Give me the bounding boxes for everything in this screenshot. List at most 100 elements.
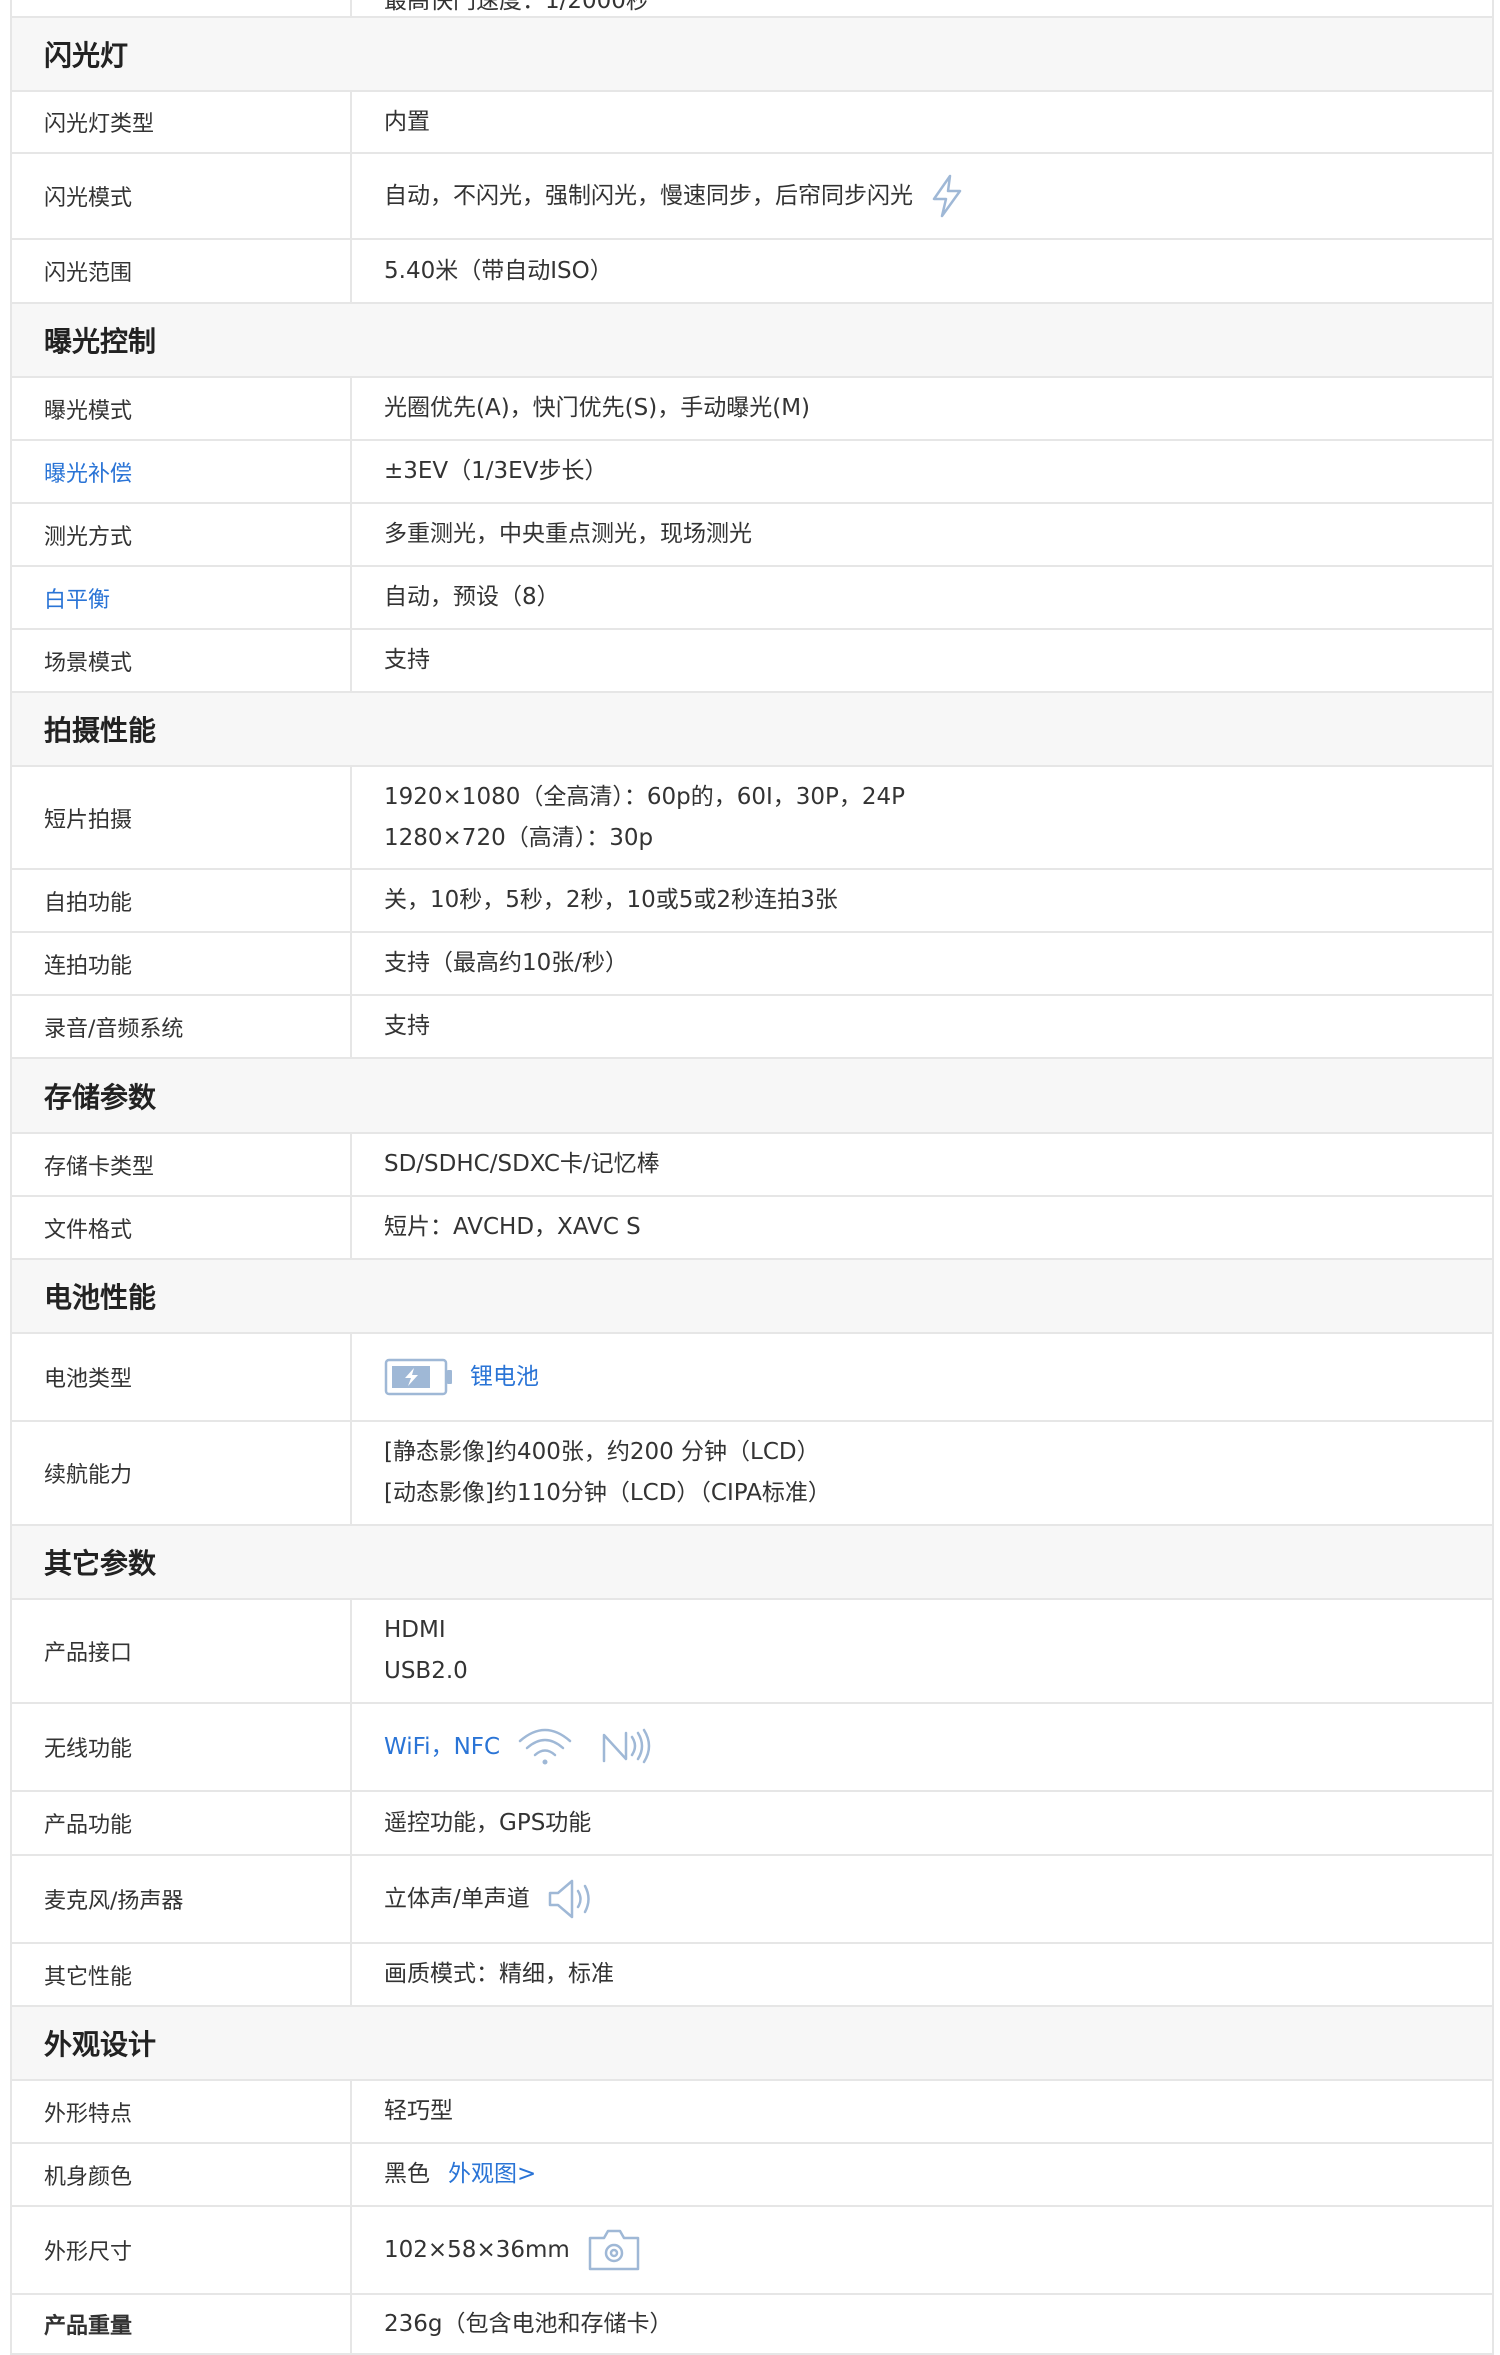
spec-value: 自动，不闪光，强制闪光，慢速同步，后帘同步闪光 — [384, 182, 913, 209]
section-header-shooting: 拍摄性能 — [12, 693, 1492, 767]
spec-value: 短片：AVCHD，XAVC S — [384, 1214, 641, 1240]
spec-value: 236g（包含电池和存储卡） — [384, 2310, 673, 2337]
section-header-flash: 闪光灯 — [12, 18, 1492, 92]
spec-row: 续航能力 [静态影像]约400张，约200 分钟（LCD） [动态影像]约110… — [12, 1422, 1492, 1526]
spec-row: 闪光模式 自动，不闪光，强制闪光，慢速同步，后帘同步闪光 — [12, 154, 1492, 240]
spec-value-cell: 黑色 外观图> — [352, 2154, 1492, 2195]
nfc-icon — [600, 1725, 654, 1769]
section-header-exposure: 曝光控制 — [12, 304, 1492, 378]
spec-key: 外形尺寸 — [12, 2207, 352, 2293]
spec-key: 文件格式 — [12, 1197, 352, 1258]
spec-value: 黑色 — [384, 2161, 430, 2187]
spec-value-line: [静态影像]约400张，约200 分钟（LCD） — [384, 1439, 820, 1465]
spec-value: 支持（最高约10张/秒） — [384, 950, 629, 976]
spec-key-link[interactable]: 白平衡 — [12, 567, 352, 628]
spec-key: 产品功能 — [12, 1792, 352, 1854]
spec-key: 无线功能 — [12, 1704, 352, 1790]
spec-key: 存储卡类型 — [12, 1134, 352, 1195]
spec-value-cell: HDMI USB2.0 — [352, 1610, 1492, 1692]
spec-row: 场景模式 支持 — [12, 630, 1492, 693]
spec-key: 闪光范围 — [12, 240, 352, 302]
section-header-other: 其它参数 — [12, 1526, 1492, 1600]
spec-value: 支持 — [384, 647, 430, 673]
spec-row: 自拍功能 关，10秒，5秒，2秒，10或5或2秒连拍3张 — [12, 870, 1492, 933]
spec-value: 最高快门速度：1/2000秒 — [384, 0, 649, 14]
section-header-battery: 电池性能 — [12, 1260, 1492, 1334]
spec-row: 短片拍摄 1920×1080（全高清）：60p的，60I，30P，24P 128… — [12, 767, 1492, 870]
spec-row: 曝光模式 光圈优先(A)，快门优先(S)，手动曝光(M) — [12, 378, 1492, 441]
spec-key: 机身颜色 — [12, 2144, 352, 2205]
spec-row: 白平衡 自动，预设（8） — [12, 567, 1492, 630]
spec-value: 遥控功能，GPS功能 — [384, 1809, 592, 1836]
spec-row: 连拍功能 支持（最高约10张/秒） — [12, 933, 1492, 996]
spec-value-line: 1920×1080（全高清）：60p的，60I，30P，24P — [384, 783, 906, 810]
section-header-design: 外观设计 — [12, 2007, 1492, 2081]
spec-value-line: USB2.0 — [384, 1658, 468, 1684]
spec-row: 外形特点 轻巧型 — [12, 2081, 1492, 2144]
spec-value-cell: WiFi，NFC — [352, 1725, 1492, 1769]
spec-value-cell: 102×58×36mm — [352, 2225, 1492, 2275]
spec-value: 光圈优先(A)，快门优先(S)，手动曝光(M) — [384, 395, 811, 421]
spec-key: 闪光灯类型 — [12, 92, 352, 152]
spec-key: 自拍功能 — [12, 870, 352, 931]
spec-key: 曝光模式 — [12, 378, 352, 439]
battery-icon — [384, 1355, 454, 1399]
spec-row-partial: 最高快门速度：1/2000秒 — [12, 0, 1492, 18]
spec-value-line: 1280×720（高清）：30p — [384, 824, 654, 851]
spec-row: 存储卡类型 SD/SDHC/SDXC卡/记忆棒 — [12, 1134, 1492, 1197]
spec-key: 外形特点 — [12, 2081, 352, 2142]
spec-key: 产品重量 — [12, 2295, 352, 2353]
spec-row: 录音/音频系统 支持 — [12, 996, 1492, 1059]
spec-key: 电池类型 — [12, 1334, 352, 1420]
spec-row: 其它性能 画质模式：精细，标准 — [12, 1944, 1492, 2007]
spec-value: ±3EV（1/3EV步长） — [384, 458, 608, 484]
spec-key: 短片拍摄 — [12, 767, 352, 868]
spec-value: 102×58×36mm — [384, 2236, 570, 2263]
spec-value: 画质模式：精细，标准 — [384, 1961, 614, 1987]
spec-key: 其它性能 — [12, 1944, 352, 2005]
spec-key: 录音/音频系统 — [12, 996, 352, 1057]
spec-value: 关，10秒，5秒，2秒，10或5或2秒连拍3张 — [384, 887, 838, 913]
spec-key: 续航能力 — [12, 1422, 352, 1524]
spec-row: 产品接口 HDMI USB2.0 — [12, 1600, 1492, 1704]
spec-value-cell: [静态影像]约400张，约200 分钟（LCD） [动态影像]约110分钟（LC… — [352, 1432, 1492, 1514]
spec-row: 机身颜色 黑色 外观图> — [12, 2144, 1492, 2207]
spec-value-cell: 立体声/单声道 — [352, 1876, 1492, 1922]
spec-key: 闪光模式 — [12, 154, 352, 238]
spec-row: 闪光灯类型 内置 — [12, 92, 1492, 154]
spec-key: 产品接口 — [12, 1600, 352, 1702]
spec-table: 最高快门速度：1/2000秒 闪光灯 闪光灯类型 内置 闪光模式 自动，不闪光，… — [10, 0, 1494, 2355]
spec-row: 电池类型 锂电池 — [12, 1334, 1492, 1422]
spec-value: 内置 — [384, 108, 430, 135]
spec-row: 麦克风/扬声器 立体声/单声道 — [12, 1856, 1492, 1944]
spec-row: 闪光范围 5.40米（带自动ISO） — [12, 240, 1492, 304]
spec-value: SD/SDHC/SDXC卡/记忆棒 — [384, 1151, 660, 1177]
spec-value: 立体声/单声道 — [384, 1885, 530, 1912]
spec-row: 产品重量 236g（包含电池和存储卡） — [12, 2295, 1492, 2355]
spec-value: 锂电池 — [470, 1363, 539, 1390]
spec-value-line: HDMI — [384, 1617, 446, 1643]
spec-value: 5.40米（带自动ISO） — [384, 257, 613, 284]
speaker-icon — [546, 1876, 598, 1922]
spec-key: 连拍功能 — [12, 933, 352, 994]
section-header-storage: 存储参数 — [12, 1059, 1492, 1134]
spec-key: 麦克风/扬声器 — [12, 1856, 352, 1942]
exterior-view-link[interactable]: 外观图> — [448, 2154, 536, 2195]
spec-value: 轻巧型 — [384, 2098, 453, 2124]
flash-bolt-icon — [929, 174, 965, 218]
spec-row: 产品功能 遥控功能，GPS功能 — [12, 1792, 1492, 1856]
spec-row: 文件格式 短片：AVCHD，XAVC S — [12, 1197, 1492, 1260]
spec-key — [12, 0, 352, 16]
spec-row: 曝光补偿 ±3EV（1/3EV步长） — [12, 441, 1492, 504]
spec-row: 无线功能 WiFi，NFC — [12, 1704, 1492, 1792]
camera-icon — [586, 2225, 642, 2275]
spec-value: 自动，预设（8） — [384, 584, 560, 610]
spec-value-cell: 自动，不闪光，强制闪光，慢速同步，后帘同步闪光 — [352, 174, 1492, 218]
spec-value: 多重测光，中央重点测光，现场测光 — [384, 521, 752, 547]
spec-key: 测光方式 — [12, 504, 352, 565]
spec-key: 场景模式 — [12, 630, 352, 691]
spec-value: 支持 — [384, 1013, 430, 1039]
spec-value-cell: 1920×1080（全高清）：60p的，60I，30P，24P 1280×720… — [352, 777, 1492, 859]
spec-key-link[interactable]: 曝光补偿 — [12, 441, 352, 502]
spec-value-line: [动态影像]约110分钟（LCD）（CIPA标准） — [384, 1480, 831, 1506]
